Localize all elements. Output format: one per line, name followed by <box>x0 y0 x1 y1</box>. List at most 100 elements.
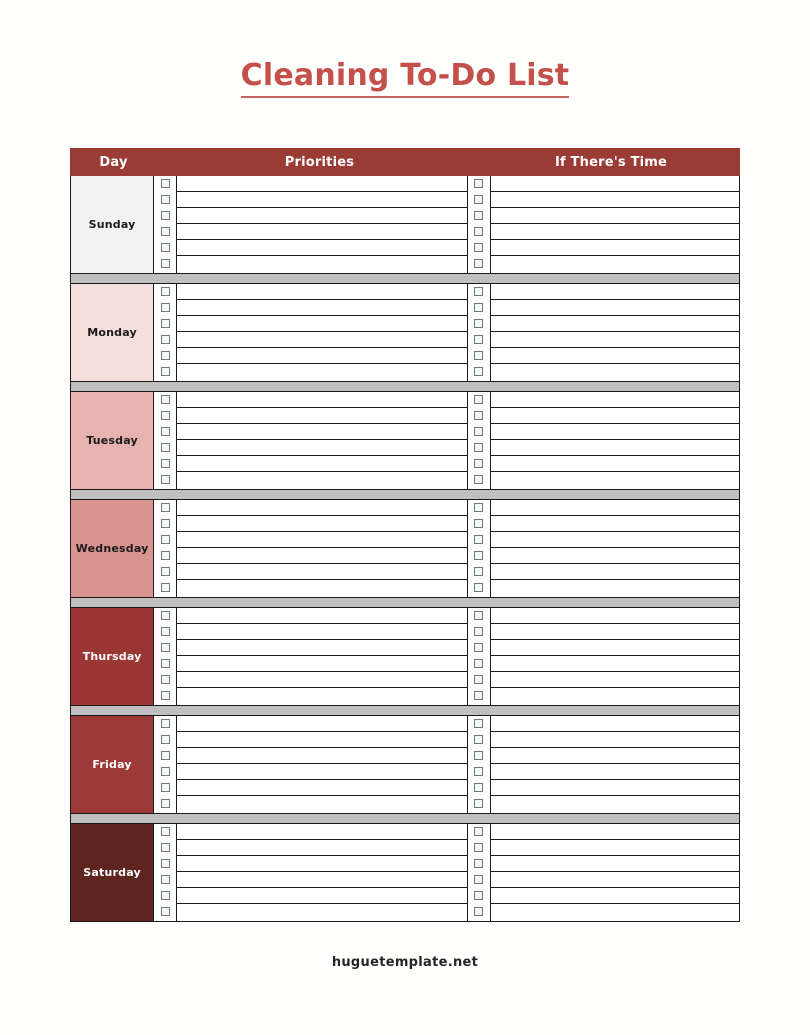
task-line[interactable] <box>177 608 468 624</box>
task-line[interactable] <box>177 532 468 548</box>
task-line[interactable] <box>177 332 468 348</box>
empty-checkbox[interactable] <box>474 319 484 328</box>
empty-checkbox[interactable] <box>474 395 484 404</box>
empty-checkbox[interactable] <box>160 443 170 452</box>
task-line[interactable] <box>177 656 468 672</box>
task-line[interactable] <box>490 532 739 548</box>
empty-checkbox[interactable] <box>474 643 484 652</box>
task-line[interactable] <box>177 872 468 888</box>
empty-checkbox[interactable] <box>160 827 170 836</box>
task-line[interactable] <box>490 716 739 732</box>
task-line[interactable] <box>491 472 739 488</box>
empty-checkbox[interactable] <box>160 643 170 652</box>
empty-checkbox[interactable] <box>160 259 170 268</box>
empty-checkbox[interactable] <box>160 767 170 776</box>
empty-checkbox[interactable] <box>160 691 170 700</box>
empty-checkbox[interactable] <box>160 751 170 760</box>
task-line[interactable] <box>177 796 467 812</box>
task-line[interactable] <box>491 796 739 812</box>
empty-checkbox[interactable] <box>160 475 170 484</box>
empty-checkbox[interactable] <box>160 427 170 436</box>
empty-checkbox[interactable] <box>474 675 484 684</box>
empty-checkbox[interactable] <box>160 287 170 296</box>
empty-checkbox[interactable] <box>474 783 484 792</box>
task-line[interactable] <box>490 856 739 872</box>
task-line[interactable] <box>177 840 468 856</box>
empty-checkbox[interactable] <box>474 583 484 592</box>
empty-checkbox[interactable] <box>160 719 170 728</box>
empty-checkbox[interactable] <box>474 335 484 344</box>
empty-checkbox[interactable] <box>474 443 484 452</box>
task-line[interactable] <box>177 408 468 424</box>
task-line[interactable] <box>177 456 468 472</box>
task-line[interactable] <box>177 364 467 380</box>
empty-checkbox[interactable] <box>160 243 170 252</box>
task-line[interactable] <box>490 348 739 364</box>
empty-checkbox[interactable] <box>474 891 484 900</box>
task-line[interactable] <box>491 580 739 596</box>
empty-checkbox[interactable] <box>474 751 484 760</box>
empty-checkbox[interactable] <box>474 259 484 268</box>
empty-checkbox[interactable] <box>474 611 484 620</box>
empty-checkbox[interactable] <box>160 351 170 360</box>
empty-checkbox[interactable] <box>160 535 170 544</box>
task-line[interactable] <box>177 256 467 272</box>
task-line[interactable] <box>177 284 468 300</box>
empty-checkbox[interactable] <box>160 227 170 236</box>
task-line[interactable] <box>177 240 468 256</box>
task-line[interactable] <box>490 208 739 224</box>
task-line[interactable] <box>177 764 468 780</box>
empty-checkbox[interactable] <box>160 875 170 884</box>
task-line[interactable] <box>490 872 739 888</box>
empty-checkbox[interactable] <box>160 799 170 808</box>
empty-checkbox[interactable] <box>160 783 170 792</box>
empty-checkbox[interactable] <box>474 287 484 296</box>
task-line[interactable] <box>177 192 468 208</box>
empty-checkbox[interactable] <box>160 179 170 188</box>
empty-checkbox[interactable] <box>474 303 484 312</box>
task-line[interactable] <box>177 440 468 456</box>
empty-checkbox[interactable] <box>474 875 484 884</box>
task-line[interactable] <box>177 748 468 764</box>
task-line[interactable] <box>177 580 467 596</box>
empty-checkbox[interactable] <box>160 611 170 620</box>
task-line[interactable] <box>490 440 739 456</box>
empty-checkbox[interactable] <box>474 535 484 544</box>
task-line[interactable] <box>490 840 739 856</box>
empty-checkbox[interactable] <box>160 891 170 900</box>
task-line[interactable] <box>177 564 468 580</box>
empty-checkbox[interactable] <box>474 735 484 744</box>
task-line[interactable] <box>490 300 739 316</box>
empty-checkbox[interactable] <box>474 907 484 916</box>
task-line[interactable] <box>177 208 468 224</box>
empty-checkbox[interactable] <box>160 459 170 468</box>
empty-checkbox[interactable] <box>160 583 170 592</box>
task-line[interactable] <box>491 364 739 380</box>
task-line[interactable] <box>177 316 468 332</box>
empty-checkbox[interactable] <box>474 519 484 528</box>
task-line[interactable] <box>177 888 468 904</box>
task-line[interactable] <box>490 732 739 748</box>
empty-checkbox[interactable] <box>160 303 170 312</box>
task-line[interactable] <box>177 624 468 640</box>
task-line[interactable] <box>490 424 739 440</box>
empty-checkbox[interactable] <box>160 503 170 512</box>
empty-checkbox[interactable] <box>474 843 484 852</box>
task-line[interactable] <box>177 688 467 704</box>
task-line[interactable] <box>491 256 739 272</box>
empty-checkbox[interactable] <box>160 367 170 376</box>
empty-checkbox[interactable] <box>474 427 484 436</box>
empty-checkbox[interactable] <box>474 799 484 808</box>
task-line[interactable] <box>177 500 468 516</box>
task-line[interactable] <box>177 548 468 564</box>
empty-checkbox[interactable] <box>474 719 484 728</box>
task-line[interactable] <box>490 888 739 904</box>
empty-checkbox[interactable] <box>160 567 170 576</box>
empty-checkbox[interactable] <box>160 659 170 668</box>
empty-checkbox[interactable] <box>160 907 170 916</box>
task-line[interactable] <box>490 284 739 300</box>
empty-checkbox[interactable] <box>474 351 484 360</box>
task-line[interactable] <box>490 672 739 688</box>
empty-checkbox[interactable] <box>160 551 170 560</box>
empty-checkbox[interactable] <box>160 195 170 204</box>
